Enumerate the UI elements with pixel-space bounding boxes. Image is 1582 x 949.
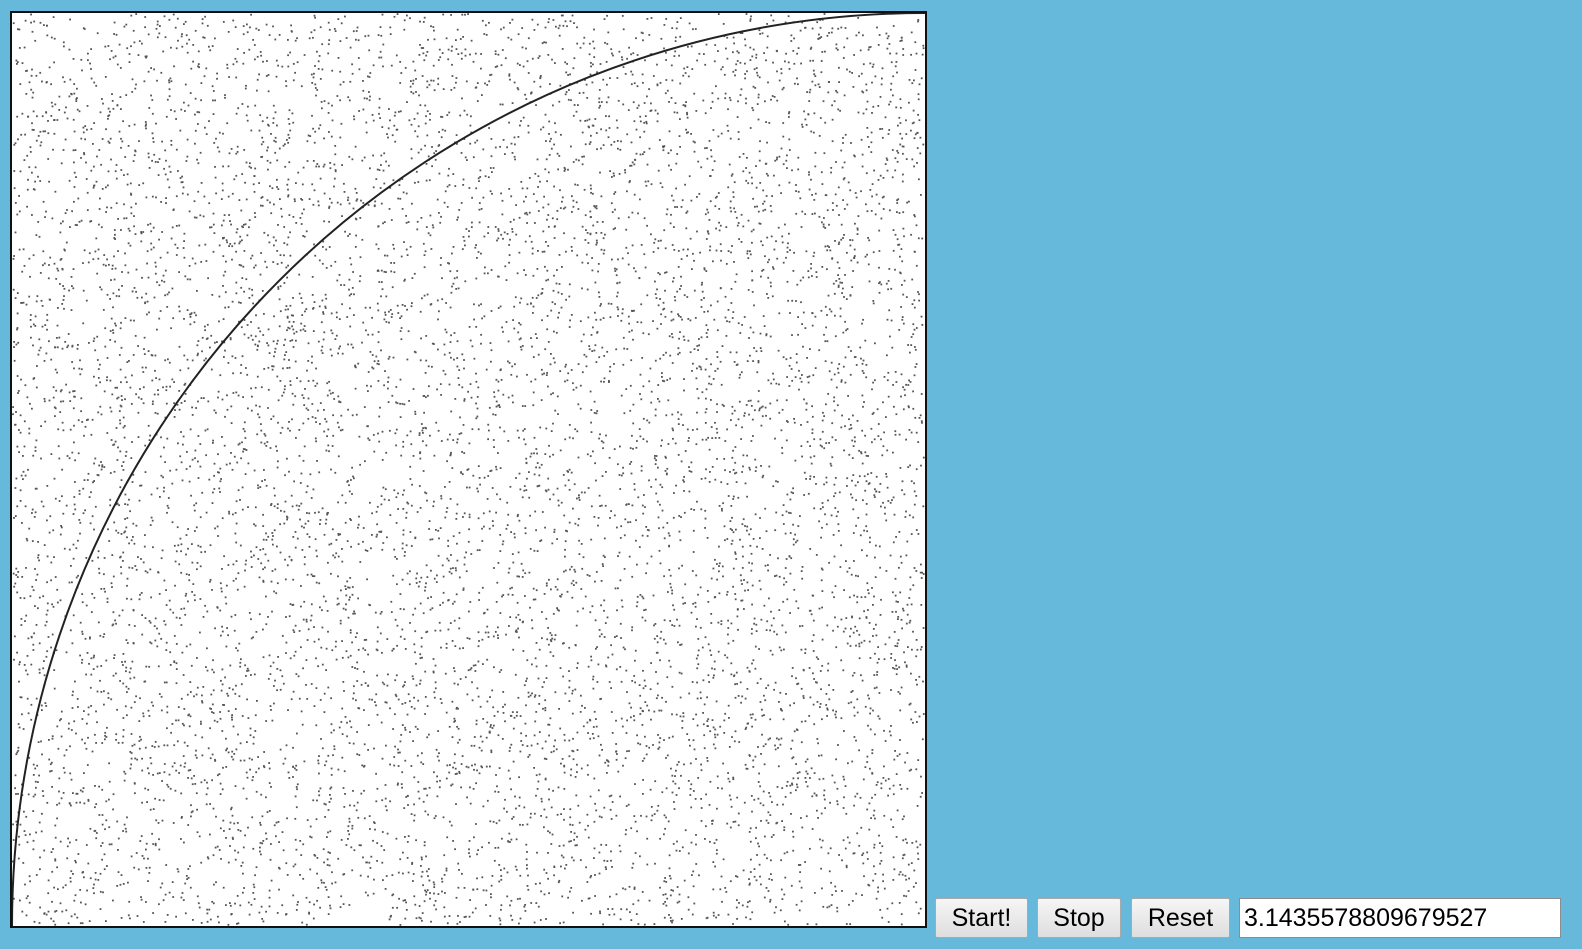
start-button[interactable]: Start! [935, 898, 1028, 938]
pi-estimate-field[interactable] [1239, 898, 1561, 938]
stop-button[interactable]: Stop [1037, 898, 1121, 938]
reset-button[interactable]: Reset [1131, 898, 1230, 938]
random-points [12, 13, 925, 926]
simulation-canvas [10, 11, 927, 928]
